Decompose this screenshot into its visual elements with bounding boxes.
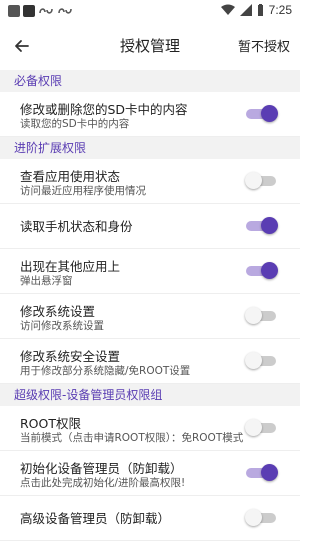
section-header-advanced: 进阶扩展权限	[0, 137, 300, 159]
wifi-icon	[220, 4, 235, 15]
permission-toggle[interactable]	[245, 172, 276, 189]
status-bar: 7:25	[0, 0, 300, 24]
permission-item-device-admin-init[interactable]: 初始化设备管理员（防卸载） 点击此处完成初始化/进阶最高权限!	[0, 451, 300, 496]
permission-subtitle: 访问最近应用程序使用情况	[20, 185, 146, 197]
permission-toggle[interactable]	[245, 509, 276, 526]
permission-subtitle: 当前模式（点击申请ROOT权限）：免ROOT模式	[20, 432, 244, 444]
section-header-device-admin: 超级权限-设备管理员权限组	[0, 384, 300, 406]
permission-toggle[interactable]	[245, 419, 276, 436]
permission-subtitle: 用于修改部分系统隐藏/免ROOT设置	[20, 365, 191, 377]
permission-title: 高级设备管理员（防卸载）	[20, 511, 171, 526]
permission-subtitle: 访问修改系统设置	[20, 320, 104, 332]
section-header-required: 必备权限	[0, 70, 300, 92]
permission-list: 必备权限 修改或删除您的SD卡中的内容 读取您的SD卡中的内容 进阶扩展权限 查…	[0, 70, 300, 541]
permission-item-root[interactable]: ROOT权限 当前模式（点击申请ROOT权限）：免ROOT模式	[0, 406, 300, 451]
system-icons: 7:25	[220, 3, 292, 17]
permission-subtitle: 弹出悬浮窗	[20, 275, 73, 287]
app-toolbar: 授权管理 暂不授权	[0, 24, 300, 66]
clock: 7:25	[268, 3, 292, 17]
link-icon	[58, 8, 72, 14]
permission-item-sd-card[interactable]: 修改或删除您的SD卡中的内容 读取您的SD卡中的内容	[0, 92, 300, 137]
permission-item-usage-stats[interactable]: 查看应用使用状态 访问最近应用程序使用情况	[0, 159, 300, 204]
permission-item-phone-state[interactable]: 读取手机状态和身份	[0, 204, 300, 249]
permission-toggle[interactable]	[245, 307, 276, 324]
signal-icon	[239, 4, 252, 16]
permission-item-overlay[interactable]: 出现在其他应用上 弹出悬浮窗	[0, 249, 300, 294]
permission-item-secure-settings[interactable]: 修改系统安全设置 用于修改部分系统隐藏/免ROOT设置	[0, 339, 300, 384]
permission-toggle[interactable]	[246, 262, 278, 279]
permission-title: 读取手机状态和身份	[20, 219, 133, 234]
permission-item-write-settings[interactable]: 修改系统设置 访问修改系统设置	[0, 294, 300, 339]
permission-toggle[interactable]	[246, 217, 278, 234]
permission-item-advanced-device-admin[interactable]: 高级设备管理员（防卸载）	[0, 496, 300, 541]
permission-subtitle: 读取您的SD卡中的内容	[20, 118, 130, 130]
permission-toggle[interactable]	[246, 105, 278, 122]
battery-icon	[257, 4, 263, 16]
notification-icon	[23, 5, 35, 17]
notification-icon	[8, 5, 20, 17]
link-icon	[39, 8, 53, 14]
permission-toggle[interactable]	[246, 464, 278, 481]
skip-authorization-button[interactable]: 暂不授权	[238, 36, 290, 55]
permission-subtitle: 点击此处完成初始化/进阶最高权限!	[20, 477, 186, 489]
permission-toggle[interactable]	[245, 352, 276, 369]
notification-icons	[8, 5, 73, 17]
